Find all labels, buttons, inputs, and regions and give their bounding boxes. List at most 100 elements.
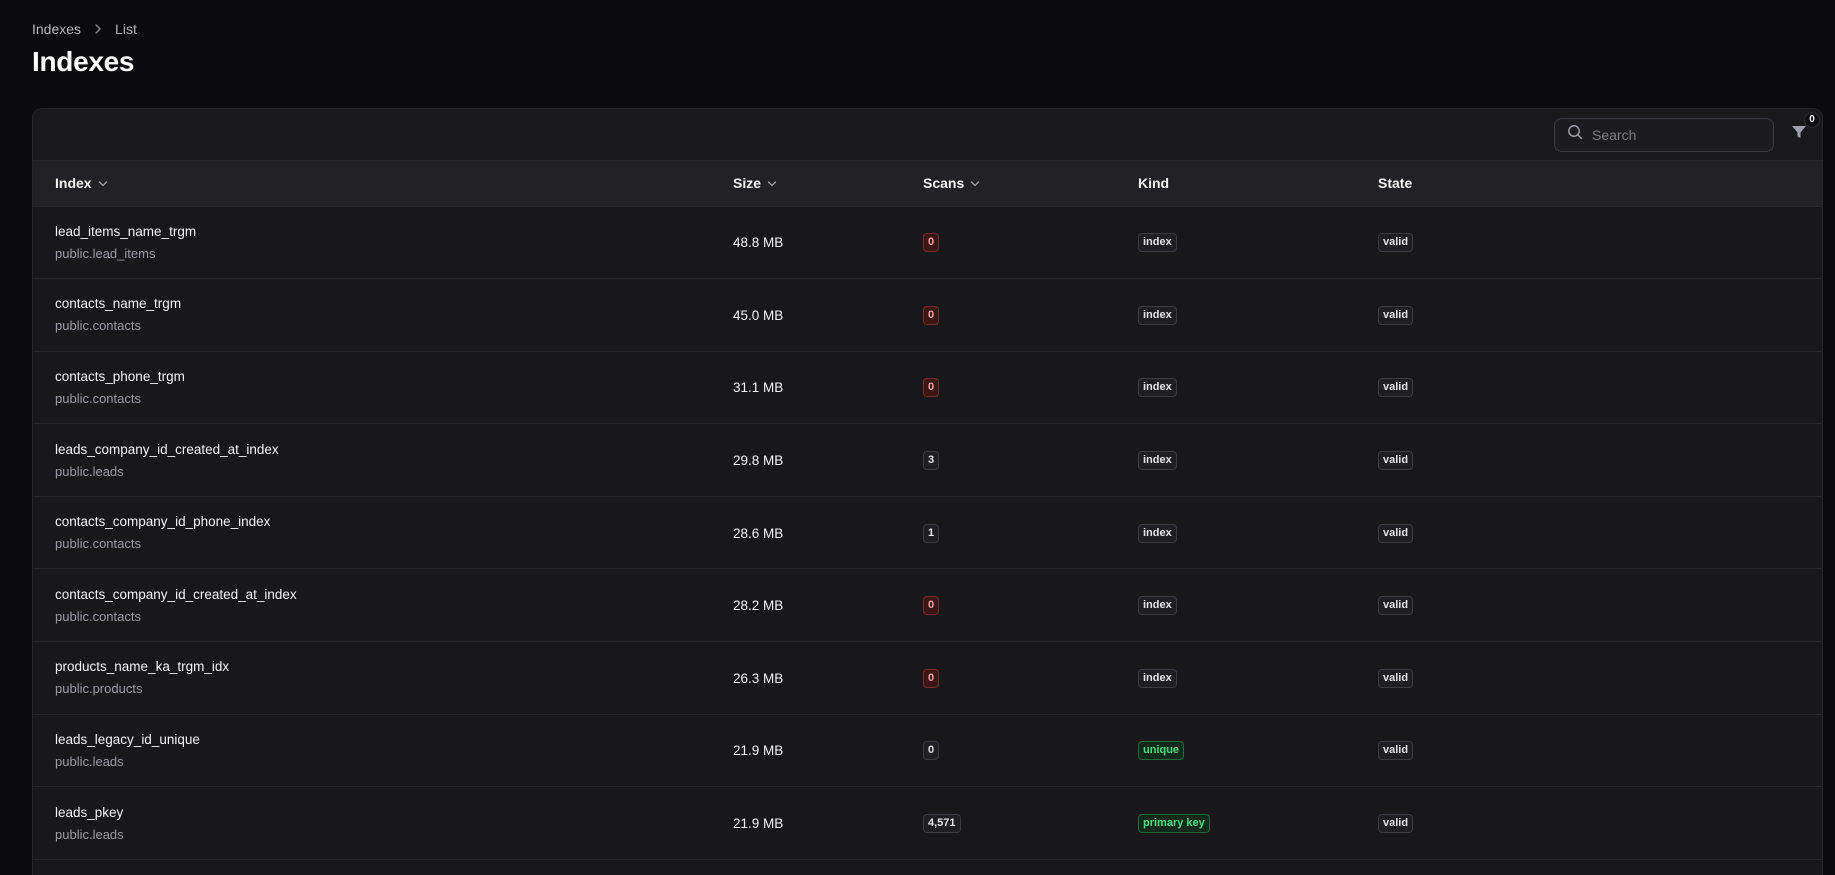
index-size: 29.8 MB	[733, 453, 784, 469]
table-row[interactable]: contacts_name_trgm public.contacts 45.0 MB…	[33, 278, 1822, 352]
chevron-down-icon	[767, 175, 777, 191]
state-cell: valid	[1378, 278, 1822, 352]
table-row[interactable]: products_name_ka_trgm_idx public.products…	[33, 641, 1822, 715]
index-size: 21.9 MB	[733, 743, 784, 759]
kind-badge: index	[1138, 305, 1177, 325]
size-cell: 21.9 MB	[733, 714, 923, 788]
size-cell: 29.8 MB	[733, 423, 923, 497]
size-cell: 31.1 MB	[733, 351, 923, 425]
scans-badge: 0	[923, 378, 940, 398]
kind-cell: index	[1138, 351, 1378, 425]
state-badge: valid	[1378, 451, 1414, 471]
index-table-name: public.lead_items	[55, 245, 156, 261]
state-badge: valid	[1378, 523, 1414, 543]
search-input[interactable]	[1592, 126, 1762, 143]
index-table-name: public.contacts	[55, 390, 141, 406]
index-name[interactable]: contacts_company_id_created_at_index	[55, 587, 733, 602]
state-cell: valid	[1378, 568, 1822, 643]
chevron-right-icon	[93, 24, 103, 34]
table-row[interactable]: leads_company_id_created_at_index public.…	[33, 423, 1822, 497]
filter-button[interactable]: 0	[1788, 111, 1820, 146]
scans-cell: 3	[923, 423, 1138, 497]
index-cell: contacts_company_id_created_at_indexpubl…	[33, 568, 733, 643]
state-badge: valid	[1378, 233, 1414, 253]
index-size: 21.9 MB	[733, 816, 784, 832]
table-row[interactable]: contacts_phone_trgm public.contacts 31.1 M…	[33, 351, 1822, 425]
index-table-name: public.leads	[55, 463, 124, 479]
index-name[interactable]: leads_legacy_id_unique	[55, 732, 733, 747]
filter-icon	[1790, 123, 1808, 146]
kind-cell: primary key	[1138, 786, 1378, 860]
state-cell: valid	[1378, 496, 1822, 570]
kind-cell: index	[1138, 423, 1378, 497]
table-row[interactable]: leads_pkey public.leads 21.9 MB 4,571 primar…	[33, 786, 1822, 860]
table-row[interactable]: lead_items_name_trgm public.lead_items 48.…	[33, 206, 1822, 280]
index-table-name: public.contacts	[55, 608, 141, 624]
scans-badge: 0	[923, 233, 940, 253]
scans-cell: 0	[923, 278, 1138, 352]
size-cell: 45.0 MB	[733, 278, 923, 352]
scans-cell: 1	[923, 496, 1138, 570]
column-header-size[interactable]: Size	[733, 161, 923, 207]
kind-badge: index	[1138, 451, 1177, 471]
kind-badge: index	[1138, 523, 1177, 543]
column-header-index[interactable]: Index	[33, 161, 733, 207]
search-box[interactable]	[1554, 117, 1774, 152]
index-size: 28.6 MB	[733, 525, 784, 541]
state-cell: valid	[1378, 786, 1822, 860]
table-header-row: Index Size Scans Kind State	[33, 161, 1822, 207]
table-row[interactable]: contacts_company_id_created_at_indexpubl…	[33, 568, 1822, 643]
size-cell: 48.8 MB	[733, 206, 923, 280]
size-cell: 28.6 MB	[733, 496, 923, 570]
index-name[interactable]: lead_items_name_trgm	[55, 224, 733, 239]
index-name[interactable]: leads_company_id_created_at_index	[55, 442, 733, 457]
indexes-table: Index Size Scans Kind State lead_items_n	[33, 161, 1822, 860]
index-cell: leads_legacy_id_unique public.leads	[33, 714, 733, 788]
page-title: Indexes	[32, 46, 135, 77]
column-header-scans[interactable]: Scans	[923, 161, 1138, 207]
kind-badge: index	[1138, 378, 1177, 398]
table-toolbar: 0	[33, 109, 1822, 161]
table-row[interactable]: contacts_company_id_phone_index public.co…	[33, 496, 1822, 570]
index-cell: leads_company_id_created_at_index public.…	[33, 423, 733, 497]
index-table-name: public.products	[55, 681, 143, 697]
index-size: 26.3 MB	[733, 670, 784, 686]
indexes-card: 0 Index Size Scans	[32, 108, 1823, 875]
scans-badge: 0	[923, 305, 940, 325]
kind-cell: index	[1138, 496, 1378, 570]
index-size: 31.1 MB	[733, 380, 784, 396]
state-badge: valid	[1378, 305, 1414, 325]
index-cell: contacts_company_id_phone_index public.co…	[33, 496, 733, 570]
scans-cell: 0	[923, 641, 1138, 715]
index-name[interactable]: products_name_ka_trgm_idx	[55, 659, 733, 674]
index-size: 45.0 MB	[733, 307, 784, 323]
index-name[interactable]: contacts_name_trgm	[55, 296, 733, 311]
index-size: 48.8 MB	[733, 235, 784, 251]
state-cell: valid	[1378, 641, 1822, 715]
kind-cell: index	[1138, 206, 1378, 280]
state-cell: valid	[1378, 714, 1822, 788]
index-name[interactable]: contacts_phone_trgm	[55, 369, 733, 384]
state-badge: valid	[1378, 378, 1414, 398]
chevron-down-icon	[98, 175, 108, 191]
scans-cell: 0	[923, 714, 1138, 788]
table-row[interactable]: leads_legacy_id_unique public.leads 21.9 M…	[33, 714, 1822, 788]
column-header-scans-label: Scans	[923, 175, 965, 192]
index-name[interactable]: contacts_company_id_phone_index	[55, 514, 733, 529]
state-cell: valid	[1378, 351, 1822, 425]
index-cell: contacts_phone_trgm public.contacts	[33, 351, 733, 425]
kind-cell: index	[1138, 278, 1378, 352]
index-table-name: public.leads	[55, 753, 124, 769]
scans-cell: 4,571	[923, 786, 1138, 860]
state-badge: valid	[1378, 741, 1414, 761]
scans-badge: 1	[923, 523, 940, 543]
index-cell: leads_pkey public.leads	[33, 786, 733, 860]
index-table-name: public.contacts	[55, 536, 141, 552]
scans-cell: 0	[923, 351, 1138, 425]
scans-badge: 0	[923, 668, 940, 688]
scans-badge: 3	[923, 451, 940, 471]
size-cell: 28.2 MB	[733, 568, 923, 643]
index-name[interactable]: leads_pkey	[55, 805, 733, 820]
breadcrumb-root-link[interactable]: Indexes	[32, 21, 81, 37]
search-icon	[1567, 124, 1583, 145]
